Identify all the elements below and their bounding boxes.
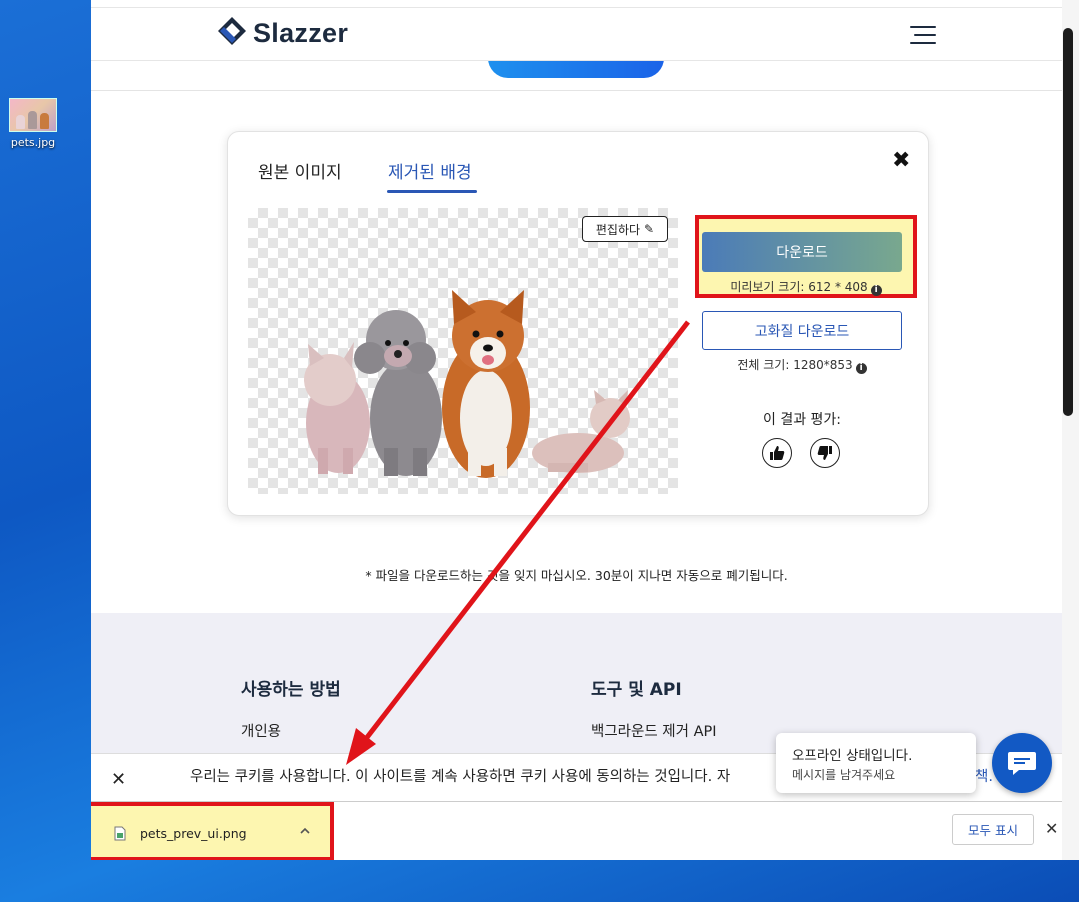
result-card: 원본 이미지 제거된 배경 ✖ 편집하다 ✎ 다운로드 미리보기 크기: 612…	[227, 131, 929, 516]
download-button[interactable]: 다운로드	[702, 232, 902, 272]
thumbs-up-icon	[770, 446, 785, 460]
downloaded-file-name: pets_prev_ui.png	[140, 826, 247, 841]
show-all-button[interactable]: 모두 표시	[952, 814, 1034, 845]
site-header: Slazzer	[91, 8, 1062, 61]
browser-window: Slazzer 원본 이미지 제거된 배경 ✖ 편집하다 ✎ 다운로드 미리보기…	[91, 0, 1062, 860]
tab-removed-background[interactable]: 제거된 배경	[388, 158, 472, 183]
page-top-edge	[91, 0, 1062, 8]
menu-icon[interactable]	[910, 26, 936, 44]
edit-button[interactable]: 편집하다 ✎	[582, 216, 668, 242]
cookie-text: 우리는 쿠키를 사용합니다. 이 사이트를 계속 사용하면 쿠키 사용에 동의하…	[190, 769, 731, 785]
downloaded-file-item[interactable]: pets_prev_ui.png	[91, 802, 334, 860]
full-size-text: 전체 크기: 1280*853	[737, 358, 853, 372]
pets-cutout-image	[304, 290, 630, 478]
chevron-up-icon[interactable]	[298, 824, 312, 838]
footer-heading-how-to: 사용하는 방법	[241, 680, 341, 700]
desktop-file-label: pets.jpg	[10, 136, 56, 149]
edit-label: 편집하다	[595, 222, 641, 237]
slazzer-logo-icon	[218, 17, 246, 45]
tab-original-image[interactable]: 원본 이미지	[258, 158, 342, 183]
close-icon[interactable]: ✕	[1045, 819, 1058, 838]
thumbs-down-icon	[817, 446, 832, 460]
chat-popup[interactable]: 오프라인 상태입니다. 메시지를 남겨주세요	[776, 733, 976, 793]
expiry-note: * 파일을 다운로드하는 것을 잊지 마십시오. 30분이 지나면 자동으로 폐…	[365, 568, 788, 583]
result-preview-image: 편집하다 ✎	[248, 208, 678, 494]
file-icon	[114, 826, 126, 841]
close-icon[interactable]: ✖	[892, 148, 910, 173]
footer-heading-tools: 도구 및 API	[591, 680, 682, 700]
hq-download-button[interactable]: 고화질 다운로드	[702, 311, 902, 350]
full-size-info: 전체 크기: 1280*853 i	[702, 356, 902, 374]
active-tab-indicator	[387, 190, 477, 193]
info-icon[interactable]: i	[870, 285, 882, 296]
thumbs-down-button[interactable]	[810, 438, 840, 468]
pencil-icon: ✎	[644, 222, 655, 236]
footer-link-api[interactable]: 백그라운드 제거 API	[591, 720, 717, 741]
close-icon[interactable]: ✕	[111, 769, 126, 790]
preview-size-text: 미리보기 크기: 612 * 408	[730, 280, 868, 294]
rate-label: 이 결과 평가:	[762, 412, 842, 428]
footer-link-personal[interactable]: 개인용	[241, 720, 281, 741]
chat-button[interactable]	[992, 733, 1052, 793]
scrollbar-thumb[interactable]	[1063, 28, 1073, 416]
brand-name: Slazzer	[253, 17, 349, 48]
download-shelf: pets_prev_ui.png 모두 표시 ✕	[91, 801, 1062, 860]
info-icon[interactable]: i	[855, 363, 867, 374]
chat-bubble-icon	[1008, 752, 1036, 775]
chat-status-title: 오프라인 상태입니다.	[792, 748, 913, 764]
brand-logo[interactable]: Slazzer	[217, 16, 348, 50]
desktop-file-icon[interactable]: pets.jpg	[8, 98, 58, 149]
thumbs-up-button[interactable]	[762, 438, 792, 468]
header-divider	[91, 90, 1062, 91]
cookie-policy-link[interactable]: 책.	[975, 765, 993, 786]
preview-size-info: 미리보기 크기: 612 * 408 i	[695, 278, 917, 296]
chat-status-subtitle: 메시지를 남겨주세요	[792, 768, 896, 782]
image-thumbnail-icon	[9, 98, 57, 132]
